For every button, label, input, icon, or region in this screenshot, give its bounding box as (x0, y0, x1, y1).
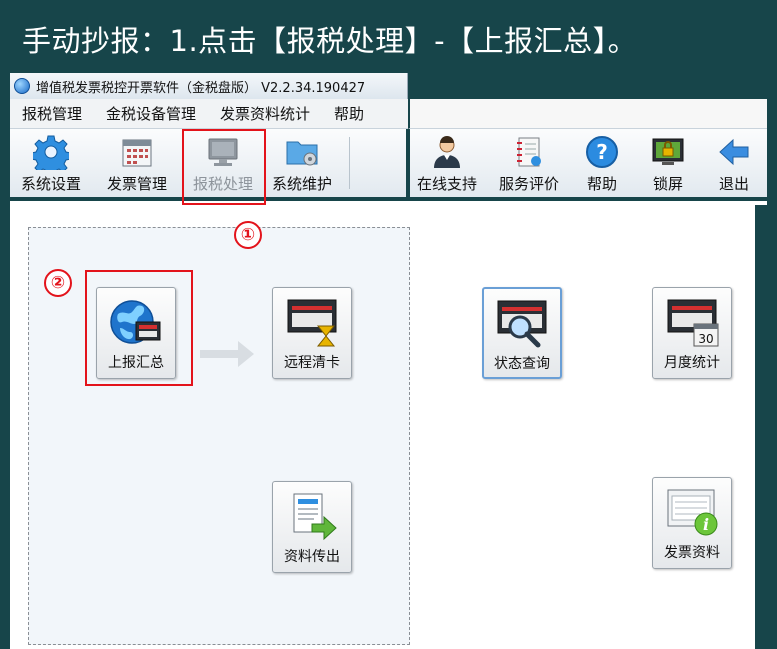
svg-text:?: ? (596, 140, 608, 164)
app-window: 增值税发票税控开票软件（金税盘版） V2.2.34.190427 报税管理 金税… (10, 73, 767, 649)
menu-bar: 报税管理 金税设备管理 发票资料统计 帮助 (10, 99, 408, 129)
support-person-icon (434, 136, 460, 168)
data-export-label: 资料传出 (284, 549, 340, 565)
card-magnifier-icon (497, 300, 547, 348)
help-question-icon: ? (586, 136, 618, 168)
exit-label: 退出 (718, 175, 749, 193)
help-label: 帮助 (586, 175, 617, 193)
online-support-button[interactable]: 在线支持 (410, 129, 484, 197)
invoice-info-icon: i (667, 489, 718, 536)
service-rating-label: 服务评价 (498, 175, 559, 193)
calendar-day-text: 30 (698, 332, 713, 346)
menu-help[interactable]: 帮助 (322, 103, 376, 124)
folder-gear-icon (286, 141, 318, 166)
function-panel: ① ② 上报汇总 远程清卡 状态查询 30 月度统计 资料传出 i 发票资料 (10, 205, 767, 649)
online-support-label: 在线支持 (416, 175, 477, 193)
globe-card-icon (110, 300, 161, 344)
title-bar-background (408, 73, 767, 99)
monthly-statistics-button[interactable]: 30 月度统计 (652, 287, 732, 379)
instruction-banner: 手动抄报：1.点击【报税处理】-【上报汇总】。 (22, 24, 638, 58)
invoice-data-button[interactable]: i 发票资料 (652, 477, 732, 569)
invoice-management-label: 发票管理 (106, 175, 167, 193)
upload-summary-button[interactable]: 上报汇总 (96, 287, 176, 379)
menu-tax-management[interactable]: 报税管理 (10, 103, 94, 124)
flow-arrow-icon (200, 341, 254, 367)
rating-notebook-icon (517, 137, 541, 167)
service-rating-button[interactable]: 服务评价 (492, 129, 566, 197)
card-hourglass-icon (287, 299, 337, 347)
window-title: 增值税发票税控开票软件（金税盘版） V2.2.34.190427 (36, 80, 366, 96)
upload-summary-label: 上报汇总 (108, 355, 164, 371)
step-1-callout: ① (234, 221, 262, 249)
tax-processing-highlight (182, 129, 266, 205)
menu-device-management[interactable]: 金税设备管理 (94, 103, 208, 124)
app-logo-icon (14, 78, 30, 94)
remote-clear-card-button[interactable]: 远程清卡 (272, 287, 352, 379)
monthly-statistics-label: 月度统计 (664, 355, 720, 371)
gear-icon (33, 135, 69, 170)
help-button[interactable]: ? 帮助 (572, 129, 632, 197)
card-calendar-icon: 30 (667, 299, 719, 347)
status-query-label: 状态查询 (494, 356, 550, 372)
lock-screen-button[interactable]: 锁屏 (636, 129, 700, 197)
system-settings-button[interactable]: 系统设置 (14, 129, 88, 197)
exit-arrow-icon (719, 138, 749, 166)
invoice-data-label: 发票资料 (664, 545, 720, 561)
title-bar: 增值税发票税控开票软件（金税盘版） V2.2.34.190427 (10, 73, 408, 99)
system-maintenance-label: 系统维护 (271, 175, 332, 193)
system-settings-label: 系统设置 (20, 175, 81, 193)
panel-right-edge (755, 205, 767, 649)
remote-clear-card-label: 远程清卡 (284, 355, 340, 371)
step-2-callout: ② (44, 269, 72, 297)
calendar-grid-icon (122, 139, 152, 167)
menu-bar-right (408, 99, 767, 129)
invoice-management-button[interactable]: 发票管理 (100, 129, 174, 197)
toolbar: 系统设置 发票管理 报税处理 系统维护 在线支持 服务评价 ? 帮助 锁屏 退出 (10, 129, 767, 201)
document-export-icon (293, 493, 337, 541)
exit-button[interactable]: 退出 (704, 129, 764, 197)
data-export-button[interactable]: 资料传出 (272, 481, 352, 573)
lock-screen-label: 锁屏 (652, 175, 683, 193)
lock-screen-icon (652, 138, 684, 165)
toolbar-separator (349, 137, 350, 189)
system-maintenance-button[interactable]: 系统维护 (266, 129, 338, 197)
status-query-button[interactable]: 状态查询 (482, 287, 562, 379)
menu-invoice-statistics[interactable]: 发票资料统计 (208, 103, 322, 124)
svg-text:i: i (703, 515, 709, 534)
